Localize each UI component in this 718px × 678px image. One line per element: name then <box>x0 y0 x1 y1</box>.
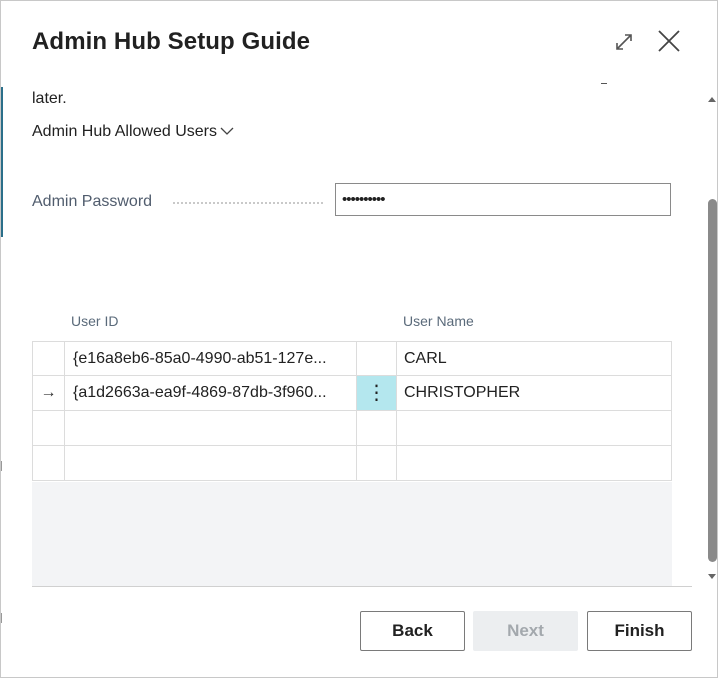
user-id-cell[interactable]: {a1d2663a-ea9f-4869-87db-3f960... <box>65 376 357 411</box>
scroll-down-icon[interactable] <box>707 569 717 587</box>
scroll-up-icon[interactable] <box>707 91 717 109</box>
row-menu-cell[interactable] <box>357 446 397 481</box>
table-row[interactable] <box>32 411 672 446</box>
row-menu-cell[interactable] <box>357 341 397 376</box>
next-button: Next <box>473 611 578 651</box>
row-arrow-icon[interactable]: → <box>32 376 65 411</box>
row-menu-cell[interactable] <box>357 411 397 446</box>
admin-password-input[interactable]: •••••••••• <box>335 183 671 216</box>
allowed-users-section-toggle[interactable]: Admin Hub Allowed Users <box>32 123 234 141</box>
field-leader-dots <box>173 202 323 204</box>
user-id-cell[interactable] <box>65 446 357 481</box>
finish-button[interactable]: Finish <box>587 611 692 651</box>
text-fragment <box>601 83 607 84</box>
user-name-cell[interactable] <box>397 446 672 481</box>
table-row[interactable] <box>32 446 672 481</box>
background-tick <box>1 613 2 623</box>
column-header-user-id[interactable]: User ID <box>71 313 118 329</box>
row-selector[interactable] <box>32 411 65 446</box>
section-title: Admin Hub Allowed Users <box>32 123 217 140</box>
column-header-user-name[interactable]: User Name <box>403 313 474 329</box>
scrollbar-thumb[interactable] <box>708 199 717 562</box>
user-name-cell[interactable] <box>397 411 672 446</box>
row-menu-icon[interactable]: ⋮ <box>357 376 397 411</box>
dialog-title: Admin Hub Setup Guide <box>32 28 311 55</box>
close-icon[interactable] <box>654 26 684 56</box>
row-selector[interactable] <box>32 446 65 481</box>
chevron-down-icon <box>220 123 234 141</box>
setup-guide-dialog: Admin Hub Setup Guide later. Admin Hub A… <box>0 0 718 678</box>
expand-icon[interactable] <box>609 27 639 57</box>
row-selector[interactable] <box>32 341 65 376</box>
intro-text: later. <box>32 90 67 107</box>
background-accent <box>1 87 3 237</box>
user-id-cell[interactable]: {e16a8eb6-85a0-4990-ab51-127e... <box>65 341 357 376</box>
back-button[interactable]: Back <box>360 611 465 651</box>
user-id-cell[interactable] <box>65 411 357 446</box>
user-name-cell[interactable]: CARL <box>397 341 672 376</box>
table-row[interactable]: {e16a8eb6-85a0-4990-ab51-127e... CARL <box>32 341 672 376</box>
footer-divider <box>32 586 692 587</box>
table-row[interactable]: → {a1d2663a-ea9f-4869-87db-3f960... ⋮ CH… <box>32 376 672 411</box>
grid-empty-area <box>32 482 672 586</box>
background-tick <box>1 461 2 471</box>
user-name-cell[interactable]: CHRISTOPHER <box>397 376 672 411</box>
admin-password-label: Admin Password <box>32 193 153 210</box>
